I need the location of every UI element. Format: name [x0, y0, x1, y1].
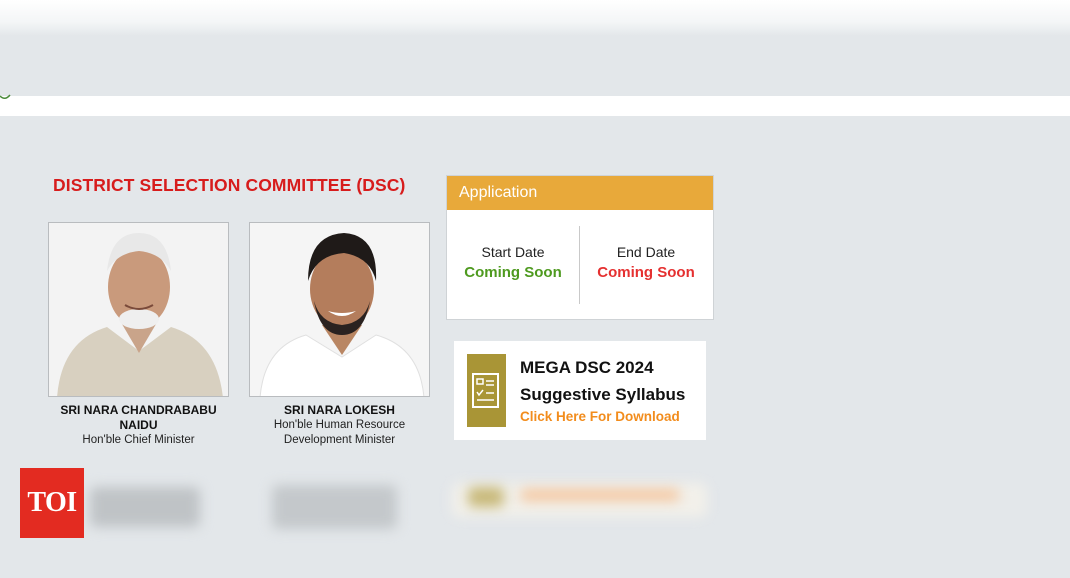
toi-watermark-logo: TOI: [20, 468, 84, 538]
blurred-item: [272, 485, 397, 529]
blurred-item: [468, 487, 504, 507]
person-name: SRI NARA LOKESH: [284, 403, 395, 417]
page-title: DISTRICT SELECTION COMMITTEE (DSC): [53, 175, 406, 195]
syllabus-download-card[interactable]: MEGA DSC 2024 Suggestive Syllabus Click …: [454, 341, 706, 440]
blurred-item: [520, 489, 680, 501]
logo-fragment-icon: [0, 94, 11, 99]
end-date-label: End Date: [616, 244, 676, 260]
person-role: Hon'ble Chief Minister: [82, 434, 195, 446]
application-panel: Application Start Date Coming Soon End D…: [446, 175, 714, 320]
start-date-label: Start Date: [481, 244, 545, 260]
person-name: SRI NARA CHANDRABABU NAIDU: [60, 403, 217, 432]
header-blur-band: [0, 0, 1070, 36]
person-card-chief-minister: SRI NARA CHANDRABABU NAIDU Hon'ble Chief…: [48, 222, 229, 448]
blurred-footer-content: [0, 481, 1070, 578]
application-header: Application: [447, 176, 713, 210]
portrait-photo-chief-minister: [48, 222, 229, 397]
syllabus-title: MEGA DSC 2024: [520, 358, 654, 377]
end-date-value: Coming Soon: [597, 264, 695, 281]
syllabus-document-icon: [467, 354, 506, 427]
blurred-item: [90, 487, 200, 527]
portrait-photo-hrd-minister: [249, 222, 430, 397]
person-card-hrd-minister: SRI NARA LOKESH Hon'ble Human Resource D…: [249, 222, 430, 448]
start-date-value: Coming Soon: [464, 264, 562, 281]
end-date-block: End Date Coming Soon: [580, 244, 712, 281]
person-role: Hon'ble Human Resource Development Minis…: [273, 419, 406, 446]
header-strip: [0, 96, 1070, 116]
start-date-block: Start Date Coming Soon: [447, 244, 579, 281]
download-link[interactable]: Click Here For Download: [520, 409, 680, 424]
syllabus-subtitle: Suggestive Syllabus: [520, 385, 686, 404]
